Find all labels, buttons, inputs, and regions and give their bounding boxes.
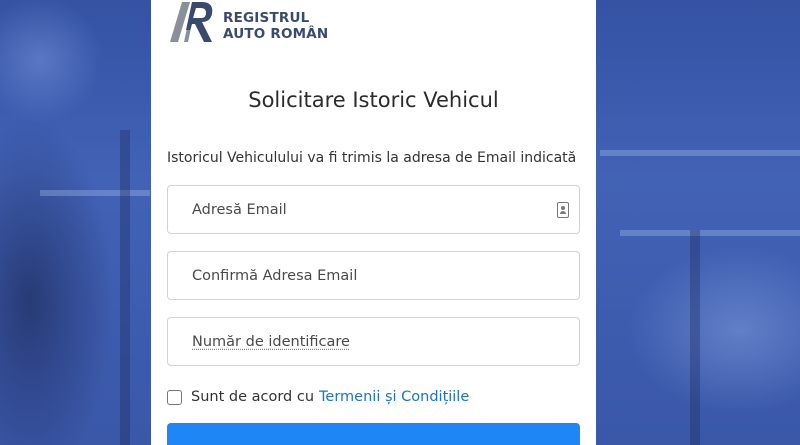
email-field-wrapper [167,185,580,234]
email-confirm-input[interactable] [168,252,579,299]
vehicle-id-field-wrapper [167,317,580,366]
submit-button[interactable] [167,423,580,445]
logo-line-2: AUTO ROMÂN [223,26,329,42]
request-form-card: REGISTRUL AUTO ROMÂN Solicitare Istoric … [151,0,596,445]
terms-label: Sunt de acord cu [191,389,315,405]
terms-link[interactable]: Termenii și Condițiile [319,389,469,405]
email-confirm-field-wrapper [167,251,580,300]
form-subtitle: Istoricul Vehiculului va fi trimis la ad… [167,150,577,166]
registrul-auto-roman-logo: REGISTRUL AUTO ROMÂN [168,0,368,45]
terms-row: Sunt de acord cu Termenii și Condițiile [167,386,469,408]
email-input[interactable] [168,186,579,233]
rar-logo-icon [170,2,213,42]
page-title: Solicitare Istoric Vehicul [248,88,499,112]
contact-card-icon[interactable] [557,202,569,218]
logo-line-1: REGISTRUL [223,10,310,26]
terms-checkbox[interactable] [167,389,182,405]
vehicle-id-input[interactable] [168,318,579,365]
